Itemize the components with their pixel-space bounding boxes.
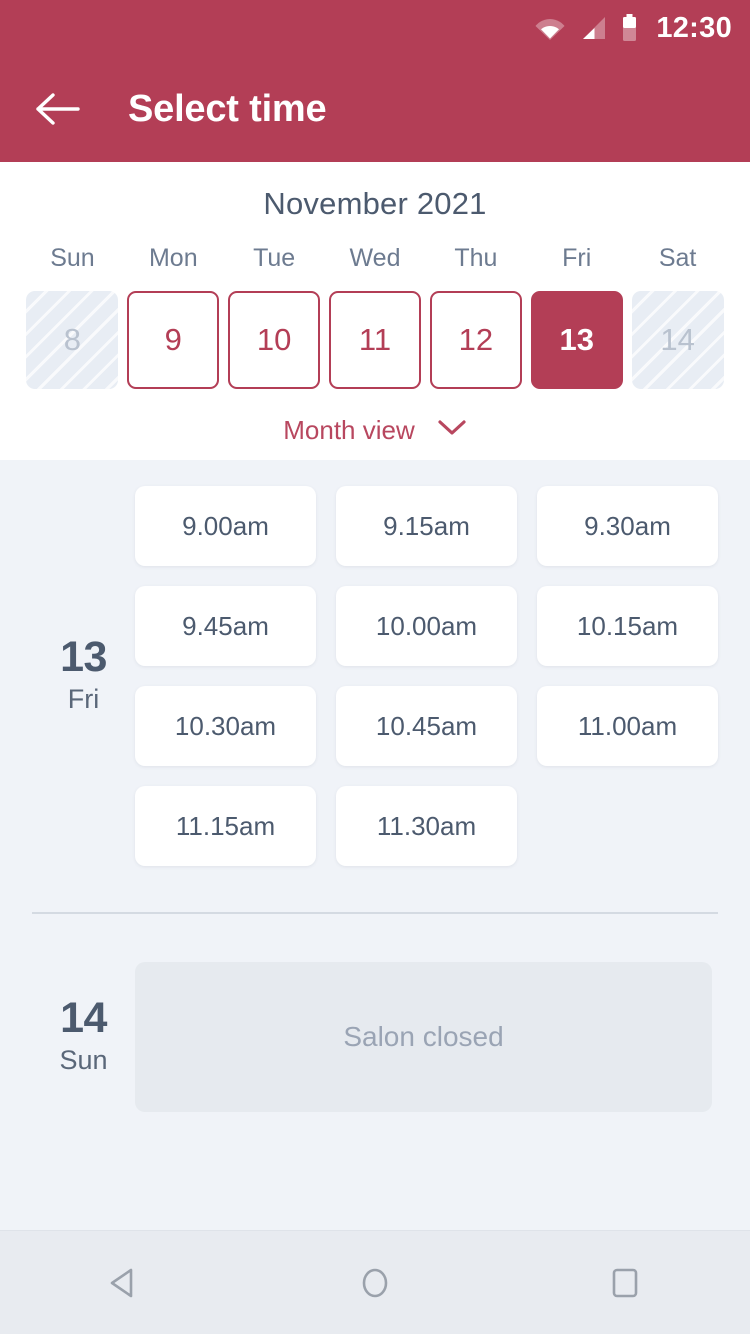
time-slot[interactable]: 10.30am [135, 686, 316, 766]
calendar-day-9[interactable]: 9 [127, 291, 220, 389]
time-slot[interactable]: 11.15am [135, 786, 316, 866]
calendar-day-slot: 14 [627, 291, 728, 389]
calendar-day-slot: 11 [325, 291, 426, 389]
calendar-day-11[interactable]: 11 [329, 291, 421, 389]
dow-header-sun: Sun [50, 244, 95, 272]
month-view-toggle[interactable]: Month view [0, 389, 750, 446]
schedule-day-dow: Fri [67, 684, 100, 715]
month-view-label: Month view [283, 415, 415, 445]
day-of-week-header-row: Sun Mon Tue Wed Thu Fri Sat [0, 244, 750, 291]
page-title: Select time [128, 87, 327, 130]
wifi-icon [535, 15, 565, 41]
time-slot[interactable]: 9.45am [135, 586, 316, 666]
schedule-day-dow: Sun [59, 1045, 108, 1076]
arrow-left-icon[interactable] [30, 81, 86, 137]
dow-header-wed: Wed [349, 244, 401, 272]
dow-header-fri: Fri [562, 244, 592, 272]
schedule-day-group-14: 14 Sun Salon closed [0, 962, 750, 1112]
calendar-day-8: 8 [26, 291, 119, 389]
calendar-day-12[interactable]: 12 [429, 291, 522, 389]
time-slot[interactable]: 9.15am [336, 486, 517, 566]
calendar-day-10[interactable]: 10 [228, 291, 321, 389]
calendar-panel: November 2021 Sun Mon Tue Wed Thu Fri Sa… [0, 162, 750, 460]
schedule-divider [32, 912, 718, 914]
time-slot[interactable]: 10.00am [336, 586, 517, 666]
status-bar: 12:30 [0, 0, 750, 56]
calendar-day-slot: 10 [224, 291, 325, 389]
time-slot[interactable]: 9.30am [537, 486, 718, 566]
system-navigation-bar [0, 1230, 750, 1334]
battery-icon [621, 14, 638, 42]
cellular-signal-icon [579, 15, 607, 41]
schedule-list: 13 Fri 9.00am 9.15am 9.30am 9.45am 10.00… [0, 460, 750, 1112]
time-slot[interactable]: 9.00am [135, 486, 316, 566]
time-slot[interactable]: 11.00am [537, 686, 718, 766]
time-slot[interactable]: 10.45am [336, 686, 517, 766]
calendar-month-label: November 2021 [263, 186, 487, 221]
calendar-day-slot: 12 [425, 291, 526, 389]
calendar-day-13-selected[interactable]: 13 [530, 291, 623, 389]
schedule-day-number: 14 [60, 993, 107, 1042]
dow-header-thu: Thu [454, 244, 498, 272]
schedule-day-label: 14 Sun [32, 962, 135, 1112]
dow-header-sat: Sat [658, 244, 697, 272]
time-slot[interactable]: 11.30am [336, 786, 517, 866]
calendar-day-14: 14 [631, 291, 724, 389]
chevron-down-icon [437, 419, 467, 442]
recents-square-icon[interactable] [570, 1231, 680, 1334]
calendar-day-slot: 9 [123, 291, 224, 389]
schedule-day-group-13: 13 Fri 9.00am 9.15am 9.30am 9.45am 10.00… [0, 478, 750, 874]
schedule-day-number: 13 [60, 632, 107, 681]
calendar-day-slot: 8 [22, 291, 123, 389]
time-slot[interactable]: 10.15am [537, 586, 718, 666]
calendar-day-row: 8 9 10 11 12 13 14 [0, 291, 750, 389]
home-circle-icon[interactable] [320, 1231, 430, 1334]
schedule-day-label: 13 Fri [32, 478, 135, 874]
time-slot-grid: 9.00am 9.15am 9.30am 9.45am 10.00am 10.1… [135, 478, 750, 874]
back-triangle-icon[interactable] [70, 1231, 180, 1334]
status-bar-clock: 12:30 [656, 11, 732, 44]
calendar-day-slot: 13 [526, 291, 627, 389]
salon-closed-card: Salon closed [135, 962, 712, 1112]
dow-header-mon: Mon [148, 244, 198, 272]
app-bar: Select time [0, 56, 750, 162]
dow-header-tue: Tue [253, 244, 296, 272]
